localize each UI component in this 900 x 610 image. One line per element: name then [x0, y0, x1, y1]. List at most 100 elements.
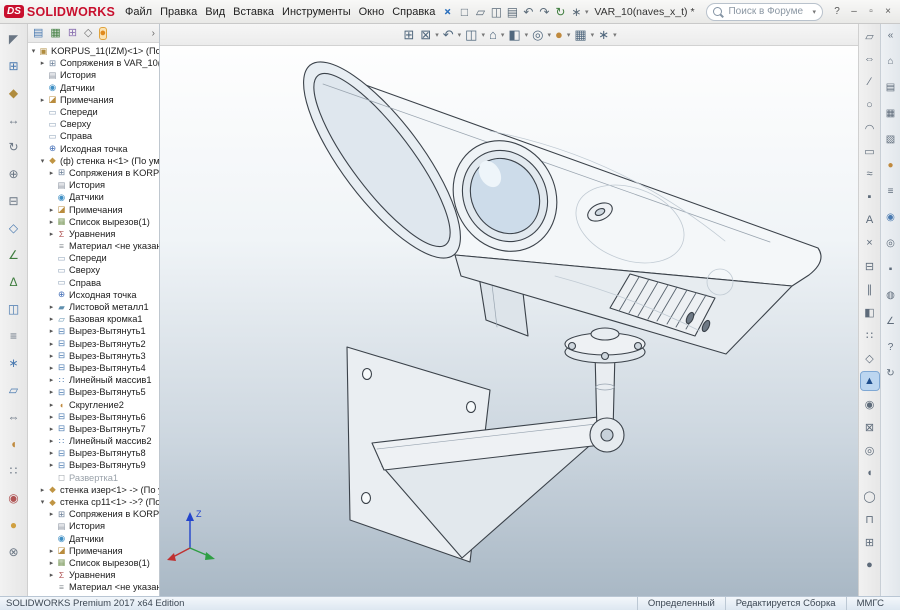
tree-collapsed-icon[interactable]: ▸ — [47, 352, 56, 360]
arc-icon[interactable]: ◠ — [861, 119, 879, 137]
insert-component-icon[interactable]: ◆ — [3, 82, 25, 103]
tree-collapsed-icon[interactable]: ▸ — [47, 388, 56, 396]
search-input[interactable] — [726, 5, 812, 18]
tree-collapsed-icon[interactable]: ▸ — [47, 425, 56, 433]
redo-icon[interactable]: ↷ — [537, 5, 552, 19]
tree-item[interactable]: ▸◪Примечания — [28, 203, 159, 215]
tree-expanded-icon[interactable]: ▾ — [38, 498, 47, 506]
menu-insert[interactable]: Вставка — [229, 3, 278, 21]
plane-icon[interactable]: ◇ — [861, 349, 879, 367]
appearance-icon[interactable]: ● — [861, 556, 879, 574]
assembly-features-icon[interactable]: ⊟ — [3, 190, 25, 211]
help-pane-icon[interactable]: ? — [883, 339, 899, 355]
tree-item[interactable]: ▭Сверху — [28, 264, 159, 276]
file-explorer-icon[interactable]: ▦ — [883, 105, 899, 121]
tree-item[interactable]: ▸⊟Вырез-Вытянуть8 — [28, 447, 159, 459]
convert-entities-icon[interactable]: ⊟ — [861, 257, 879, 275]
tree-item[interactable]: ▤История — [28, 520, 159, 532]
tree-collapsed-icon[interactable]: ▸ — [38, 486, 47, 494]
document-recovery-icon[interactable]: ◎ — [883, 235, 899, 251]
exploded-view-icon[interactable]: ∗ — [3, 352, 25, 373]
tree-item[interactable]: ◉Датчики — [28, 82, 159, 94]
tree-item[interactable]: ▸ΣУравнения — [28, 228, 159, 240]
tree-item[interactable]: ≡Материал <не указан> — [28, 240, 159, 252]
tree-item[interactable]: ▸⊟Вырез-Вытянуть2 — [28, 338, 159, 350]
sketch-pattern-icon[interactable]: ∷ — [861, 326, 879, 344]
tab-property-manager[interactable]: ▦ — [50, 28, 60, 39]
text-icon[interactable]: A — [861, 211, 879, 229]
offset-entities-icon[interactable]: ∥ — [861, 280, 879, 298]
menu-window[interactable]: Окно — [355, 3, 389, 21]
tree-item[interactable]: ◻Развертка1 — [28, 472, 159, 484]
linear-pattern-icon[interactable]: ⊞ — [861, 533, 879, 551]
tree-collapsed-icon[interactable]: ▸ — [47, 327, 56, 335]
previous-view-icon[interactable]: ↶ — [441, 27, 456, 43]
options-icon[interactable]: ∗ — [569, 5, 584, 19]
menu-file[interactable]: Файл — [121, 3, 156, 21]
zoom-area-icon[interactable]: ⊠ — [418, 27, 433, 43]
revolve-icon[interactable]: ◉ — [861, 395, 879, 413]
tree-collapsed-icon[interactable]: ▸ — [47, 364, 56, 372]
tree-item[interactable]: ▸◖Скругление2 — [28, 398, 159, 410]
tree-collapsed-icon[interactable]: ▸ — [47, 571, 56, 579]
tree-item[interactable]: ▤История — [28, 179, 159, 191]
undo-icon[interactable]: ↶ — [521, 5, 536, 19]
fillet-icon[interactable]: ◖ — [861, 464, 879, 482]
refresh-pane-icon[interactable]: ↻ — [883, 365, 899, 381]
select-tool-icon[interactable]: ◤ — [3, 28, 25, 49]
tree-collapsed-icon[interactable]: ▸ — [47, 206, 56, 214]
model-3d-view[interactable]: Z — [160, 46, 858, 596]
cut-extrude-icon[interactable]: ⊠ — [861, 418, 879, 436]
edit-appearance-icon-caret[interactable]: ▾ — [567, 31, 571, 39]
reference-geometry-icon[interactable]: ◇ — [3, 217, 25, 238]
section-view-tool-icon[interactable]: ◫ — [3, 298, 25, 319]
measure-pane-icon[interactable]: ∠ — [883, 313, 899, 329]
tree-item[interactable]: ▸⊟Вырез-Вытянуть9 — [28, 459, 159, 471]
tree-item[interactable]: ▭Спереди — [28, 106, 159, 118]
tree-item[interactable]: ⊕Исходная точка — [28, 143, 159, 155]
view-palette-icon[interactable]: ▧ — [883, 131, 899, 147]
menu-edit[interactable]: Правка — [156, 3, 201, 21]
solidworks-resources-icon[interactable]: ⌂ — [883, 53, 899, 69]
mirror-entities-icon[interactable]: ◧ — [861, 303, 879, 321]
sensors-pane-icon[interactable]: ◍ — [883, 287, 899, 303]
save-icon[interactable]: ◫ — [489, 5, 504, 19]
mates-tool-icon[interactable]: ⊞ — [3, 55, 25, 76]
hide-show-icon-caret[interactable]: ▾ — [547, 31, 551, 39]
tree-collapsed-icon[interactable]: ▸ — [38, 59, 47, 67]
tree-item[interactable]: ▸▦Список вырезов(1) — [28, 557, 159, 569]
tree-collapsed-icon[interactable]: ▸ — [47, 315, 56, 323]
tree-item[interactable]: ▸◪Примечания — [28, 545, 159, 557]
statusbar-units[interactable]: ММГС — [846, 597, 894, 610]
tree-collapsed-icon[interactable]: ▸ — [47, 376, 56, 384]
tree-item[interactable]: ▸◆стенка изер<1> -> (По умол — [28, 484, 159, 496]
tree-item[interactable]: ▸▦Список вырезов(1) — [28, 216, 159, 228]
hide-show-icon[interactable]: ◎ — [530, 27, 545, 43]
previous-view-icon-caret[interactable]: ▾ — [458, 31, 462, 39]
line-icon[interactable]: ∕ — [861, 73, 879, 91]
tree-item[interactable]: ▸⊟Вырез-Вытянуть1 — [28, 325, 159, 337]
design-library-icon[interactable]: ▤ — [883, 79, 899, 95]
tree-item[interactable]: ▭Справа — [28, 277, 159, 289]
dimension-tool-icon[interactable]: ⇔ — [3, 406, 25, 427]
bill-of-materials-icon[interactable]: ≡ — [3, 325, 25, 346]
panel-collapse-icon[interactable]: › — [152, 28, 159, 39]
apply-scene-icon-caret[interactable]: ▾ — [591, 31, 595, 39]
tab-display-manager[interactable]: ● — [100, 28, 107, 39]
tree-collapsed-icon[interactable]: ▸ — [47, 169, 56, 177]
tree-collapsed-icon[interactable]: ▸ — [47, 340, 56, 348]
hole-icon[interactable]: ◎ — [861, 441, 879, 459]
section-view-icon-caret[interactable]: ▾ — [481, 31, 485, 39]
tree-collapsed-icon[interactable]: ▸ — [47, 413, 56, 421]
rib-icon[interactable]: ⊓ — [861, 510, 879, 528]
hole-wizard-icon[interactable]: ◉ — [3, 487, 25, 508]
close-button[interactable]: × — [880, 4, 896, 20]
tree-item[interactable]: ▸⊟Вырез-Вытянуть3 — [28, 350, 159, 362]
circle-icon[interactable]: ○ — [861, 96, 879, 114]
mass-properties-icon[interactable]: Δ — [3, 271, 25, 292]
print-icon[interactable]: ▤ — [505, 5, 520, 19]
pin-icon[interactable]: + — [440, 4, 456, 20]
rotate-component-icon[interactable]: ↻ — [3, 136, 25, 157]
tree-item[interactable]: ▸⊞Сопряжения в KORPUS_1 — [28, 508, 159, 520]
forum-icon[interactable]: ◉ — [883, 209, 899, 225]
